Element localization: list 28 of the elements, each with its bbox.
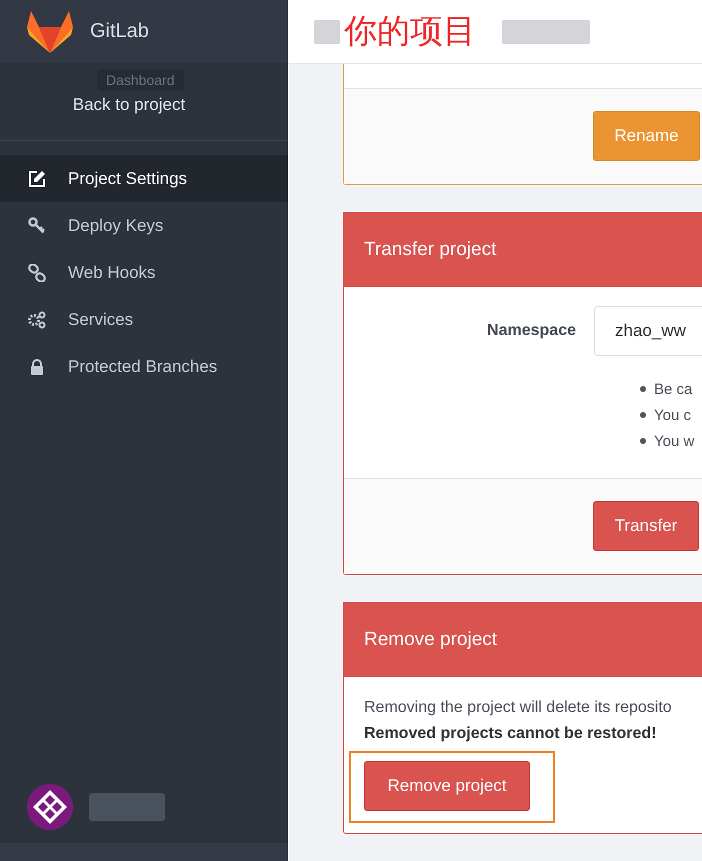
field-label: Namespace — [486, 322, 576, 340]
warning-text: Removed projects cannot be restored! — [364, 724, 658, 744]
chain-link-icon — [28, 264, 46, 282]
back-link[interactable]: Back to project — [72, 94, 186, 114]
edit-icon — [28, 170, 46, 188]
nav-item[interactable]: Project Settings — [0, 155, 288, 202]
panel-title: Transfer project — [344, 213, 702, 287]
nav-item[interactable]: Services — [0, 296, 288, 343]
nav-item[interactable]: Deploy Keys — [0, 202, 288, 249]
namespace-field[interactable]: zhao_ww — [594, 306, 702, 356]
gears-icon — [28, 310, 46, 328]
note-text: You w — [654, 432, 694, 450]
warning-text: Removing the project will delete its reposito — [364, 698, 673, 718]
redacted-block — [314, 20, 340, 44]
remove-project-button[interactable]: Remove project — [364, 761, 530, 811]
tooltip: Dashboard — [97, 69, 184, 91]
nav-item[interactable]: Protected Branches — [0, 343, 288, 390]
note-text: Be ca — [654, 380, 692, 398]
note-text: You c — [654, 406, 691, 424]
brand-name[interactable]: GitLab — [90, 20, 149, 43]
panel-title: Remove project — [344, 603, 702, 677]
annotation-text: 你的项目 — [344, 10, 476, 52]
lock-icon — [28, 358, 46, 376]
key-icon — [28, 216, 46, 234]
nav-item[interactable]: Web Hooks — [0, 249, 288, 296]
fox-logo-icon[interactable] — [27, 10, 73, 52]
transfer-button[interactable]: Transfer — [593, 501, 699, 551]
avatar-icon[interactable] — [27, 784, 73, 830]
